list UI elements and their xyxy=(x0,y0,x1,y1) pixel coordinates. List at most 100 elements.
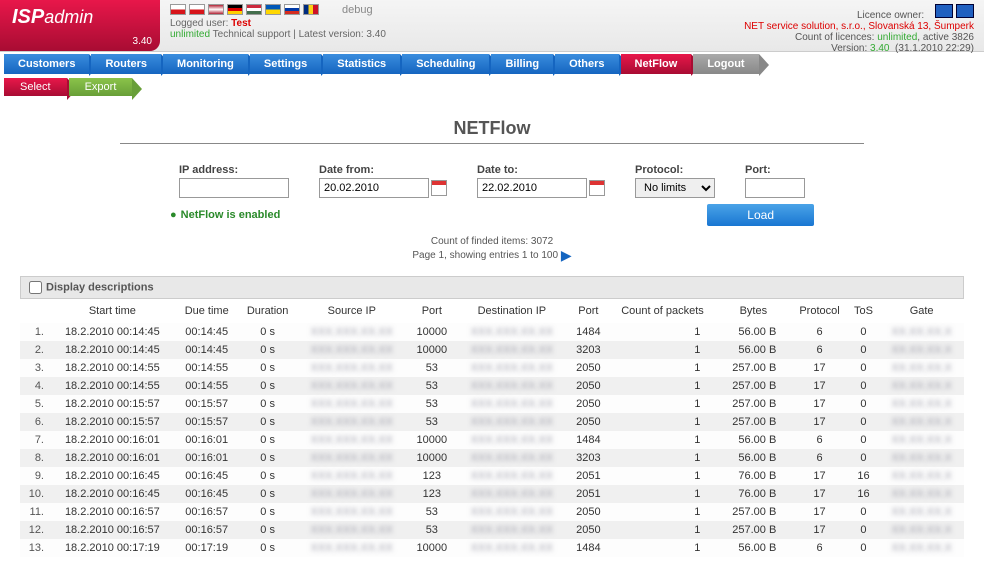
table-row[interactable]: 2.18.2.2010 00:14:4500:14:450 sXXX.XXX.X… xyxy=(20,341,964,359)
cell-duration: 0 s xyxy=(239,413,297,431)
flag-sk-icon[interactable] xyxy=(189,4,205,15)
calendar-icon[interactable] xyxy=(431,180,447,196)
cell-start: 18.2.2010 00:16:45 xyxy=(50,485,175,503)
cell-tos: 0 xyxy=(848,449,879,467)
row-index: 4. xyxy=(20,377,50,395)
monitor-icons xyxy=(935,4,974,18)
table-row[interactable]: 11.18.2.2010 00:16:5700:16:570 sXXX.XXX.… xyxy=(20,503,964,521)
protocol-select[interactable]: No limits xyxy=(635,178,715,198)
cell-dport: 2050 xyxy=(567,521,610,539)
column-header[interactable]: Due time xyxy=(175,299,239,323)
column-header[interactable]: Count of packets xyxy=(610,299,716,323)
debug-label[interactable]: debug xyxy=(342,4,373,16)
flag-de-icon[interactable] xyxy=(227,4,243,15)
column-header[interactable]: ToS xyxy=(848,299,879,323)
ip-input[interactable] xyxy=(179,178,289,198)
column-header[interactable]: Port xyxy=(567,299,610,323)
date-to-input[interactable] xyxy=(477,178,587,198)
subnav-tab-export[interactable]: Export xyxy=(69,78,133,96)
column-header[interactable]: Gate xyxy=(879,299,964,323)
logo-version: 3.40 xyxy=(133,36,152,47)
cell-dport: 2050 xyxy=(567,377,610,395)
nav-tab-netflow[interactable]: NetFlow xyxy=(621,54,692,74)
flag-cz-icon[interactable] xyxy=(170,4,186,15)
column-header[interactable]: Port xyxy=(407,299,457,323)
calendar-icon[interactable] xyxy=(589,180,605,196)
nav-tab-logout[interactable]: Logout xyxy=(693,54,758,74)
support-label: Technical support | Latest version: 3.40 xyxy=(213,29,386,40)
column-header[interactable]: Destination IP xyxy=(457,299,567,323)
nav-tab-settings[interactable]: Settings xyxy=(250,54,321,74)
count-info: Count of finded items: 3072 xyxy=(20,236,964,247)
support-value: unlimited xyxy=(170,29,210,40)
cell-due: 00:14:55 xyxy=(175,359,239,377)
date-from-input[interactable] xyxy=(319,178,429,198)
cell-packets: 1 xyxy=(610,485,716,503)
cell-bytes: 56.00 B xyxy=(715,323,791,341)
flag-hu-icon[interactable] xyxy=(246,4,262,15)
cell-start: 18.2.2010 00:15:57 xyxy=(50,395,175,413)
filter-ip: IP address: xyxy=(179,164,289,198)
column-header[interactable]: Protocol xyxy=(791,299,847,323)
cell-gate: XX.XX.XX.X xyxy=(879,395,964,413)
cell-dest-ip: XXX.XXX.XX.XX xyxy=(457,341,567,359)
cell-dport: 3203 xyxy=(567,341,610,359)
port-input[interactable] xyxy=(745,178,805,198)
flag-ua-icon[interactable] xyxy=(265,4,281,15)
cell-protocol: 17 xyxy=(791,395,847,413)
row-index: 7. xyxy=(20,431,50,449)
display-descriptions-checkbox[interactable] xyxy=(29,281,42,294)
flag-ru-icon[interactable] xyxy=(284,4,300,15)
netflow-enabled-status: NetFlow is enabled xyxy=(170,209,280,221)
monitor-icon[interactable] xyxy=(956,4,974,18)
licence-owner-link[interactable]: NET service solution, s.r.o., Slovanská … xyxy=(744,21,974,32)
table-row[interactable]: 7.18.2.2010 00:16:0100:16:010 sXXX.XXX.X… xyxy=(20,431,964,449)
subnav-tab-select[interactable]: Select xyxy=(4,78,67,96)
nav-tab-monitoring[interactable]: Monitoring xyxy=(163,54,248,74)
filter-protocol: Protocol: No limits xyxy=(635,164,715,198)
licence-count-val: unlimited xyxy=(877,32,917,43)
cell-bytes: 257.00 B xyxy=(715,503,791,521)
cell-dest-ip: XXX.XXX.XX.XX xyxy=(457,413,567,431)
cell-packets: 1 xyxy=(610,413,716,431)
table-row[interactable]: 6.18.2.2010 00:15:5700:15:570 sXXX.XXX.X… xyxy=(20,413,964,431)
next-page-icon[interactable]: ▶ xyxy=(561,247,572,263)
cell-source-ip: XXX.XXX.XX.XX xyxy=(297,539,407,557)
table-body: 1.18.2.2010 00:14:4500:14:450 sXXX.XXX.X… xyxy=(20,323,964,557)
nav-tab-billing[interactable]: Billing xyxy=(491,54,553,74)
table-row[interactable]: 12.18.2.2010 00:16:5700:16:570 sXXX.XXX.… xyxy=(20,521,964,539)
cell-due: 00:15:57 xyxy=(175,395,239,413)
nav-tab-customers[interactable]: Customers xyxy=(4,54,89,74)
version-label: Version: xyxy=(831,43,867,54)
table-row[interactable]: 13.18.2.2010 00:17:1900:17:190 sXXX.XXX.… xyxy=(20,539,964,557)
table-row[interactable]: 1.18.2.2010 00:14:4500:14:450 sXXX.XXX.X… xyxy=(20,323,964,341)
nav-tab-scheduling[interactable]: Scheduling xyxy=(402,54,489,74)
cell-dest-ip: XXX.XXX.XX.XX xyxy=(457,323,567,341)
cell-dest-ip: XXX.XXX.XX.XX xyxy=(457,431,567,449)
header-middle: debug Logged user: Test unlimited Techni… xyxy=(160,0,734,51)
cell-packets: 1 xyxy=(610,359,716,377)
load-button[interactable]: Load xyxy=(707,204,814,226)
cell-dport: 2050 xyxy=(567,359,610,377)
nav-tab-routers[interactable]: Routers xyxy=(91,54,161,74)
nav-tab-statistics[interactable]: Statistics xyxy=(323,54,400,74)
table-row[interactable]: 8.18.2.2010 00:16:0100:16:010 sXXX.XXX.X… xyxy=(20,449,964,467)
column-header[interactable]: Bytes xyxy=(715,299,791,323)
table-row[interactable]: 3.18.2.2010 00:14:5500:14:550 sXXX.XXX.X… xyxy=(20,359,964,377)
table-row[interactable]: 9.18.2.2010 00:16:4500:16:450 sXXX.XXX.X… xyxy=(20,467,964,485)
cell-gate: XX.XX.XX.X xyxy=(879,359,964,377)
row-index: 13. xyxy=(20,539,50,557)
table-row[interactable]: 5.18.2.2010 00:15:5700:15:570 sXXX.XXX.X… xyxy=(20,395,964,413)
table-row[interactable]: 10.18.2.2010 00:16:4500:16:450 sXXX.XXX.… xyxy=(20,485,964,503)
cell-duration: 0 s xyxy=(239,359,297,377)
column-header[interactable]: Duration xyxy=(239,299,297,323)
column-header[interactable]: Start time xyxy=(50,299,175,323)
table-row[interactable]: 4.18.2.2010 00:14:5500:14:550 sXXX.XXX.X… xyxy=(20,377,964,395)
cell-protocol: 6 xyxy=(791,323,847,341)
flag-us-icon[interactable] xyxy=(208,4,224,15)
cell-gate: XX.XX.XX.X xyxy=(879,503,964,521)
monitor-icon[interactable] xyxy=(935,4,953,18)
column-header[interactable]: Source IP xyxy=(297,299,407,323)
flag-ro-icon[interactable] xyxy=(303,4,319,15)
nav-tab-others[interactable]: Others xyxy=(555,54,618,74)
